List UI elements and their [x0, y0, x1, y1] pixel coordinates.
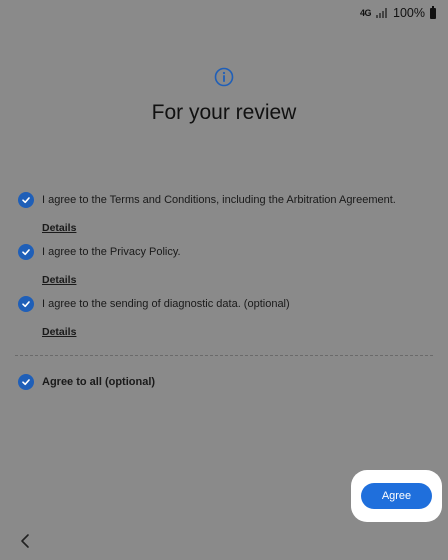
battery-percent: 100%: [393, 6, 425, 20]
signal-icon: [376, 8, 388, 18]
consent-privacy: I agree to the Privacy Policy. Details: [18, 244, 438, 288]
check-icon[interactable]: [18, 244, 34, 260]
chevron-left-icon: [21, 534, 29, 548]
info-icon: [214, 67, 234, 87]
battery-icon: [430, 5, 436, 19]
page-title: For your review: [151, 101, 297, 124]
agree-to-all: Agree to all (optional): [18, 374, 438, 390]
status-bar: 4G 100%: [360, 0, 448, 26]
terms-details-link[interactable]: Details: [42, 222, 76, 234]
consent-diagnostic-label: I agree to the sending of diagnostic dat…: [42, 298, 290, 310]
consent-privacy-label: I agree to the Privacy Policy.: [42, 246, 181, 258]
check-icon[interactable]: [18, 192, 34, 208]
consent-diagnostic-checkbox-row[interactable]: I agree to the sending of diagnostic dat…: [18, 296, 438, 312]
consent-privacy-checkbox-row[interactable]: I agree to the Privacy Policy.: [18, 244, 438, 260]
check-icon[interactable]: [18, 374, 34, 390]
agree-button-highlight: Agree: [351, 470, 442, 522]
network-indicator: 4G: [360, 8, 372, 18]
agree-to-all-checkbox-row[interactable]: Agree to all (optional): [18, 374, 438, 390]
consent-terms: I agree to the Terms and Conditions, inc…: [18, 192, 438, 236]
divider: [15, 355, 433, 356]
consent-terms-label: I agree to the Terms and Conditions, inc…: [42, 194, 396, 206]
check-icon[interactable]: [18, 296, 34, 312]
consent-diagnostic: I agree to the sending of diagnostic dat…: [18, 296, 438, 340]
privacy-details-link[interactable]: Details: [42, 274, 76, 286]
agree-to-all-label: Agree to all (optional): [42, 376, 156, 388]
diagnostic-details-link[interactable]: Details: [42, 326, 76, 338]
back-button[interactable]: [15, 531, 35, 551]
consent-terms-checkbox-row[interactable]: I agree to the Terms and Conditions, inc…: [18, 192, 438, 208]
agree-button[interactable]: Agree: [361, 483, 432, 509]
